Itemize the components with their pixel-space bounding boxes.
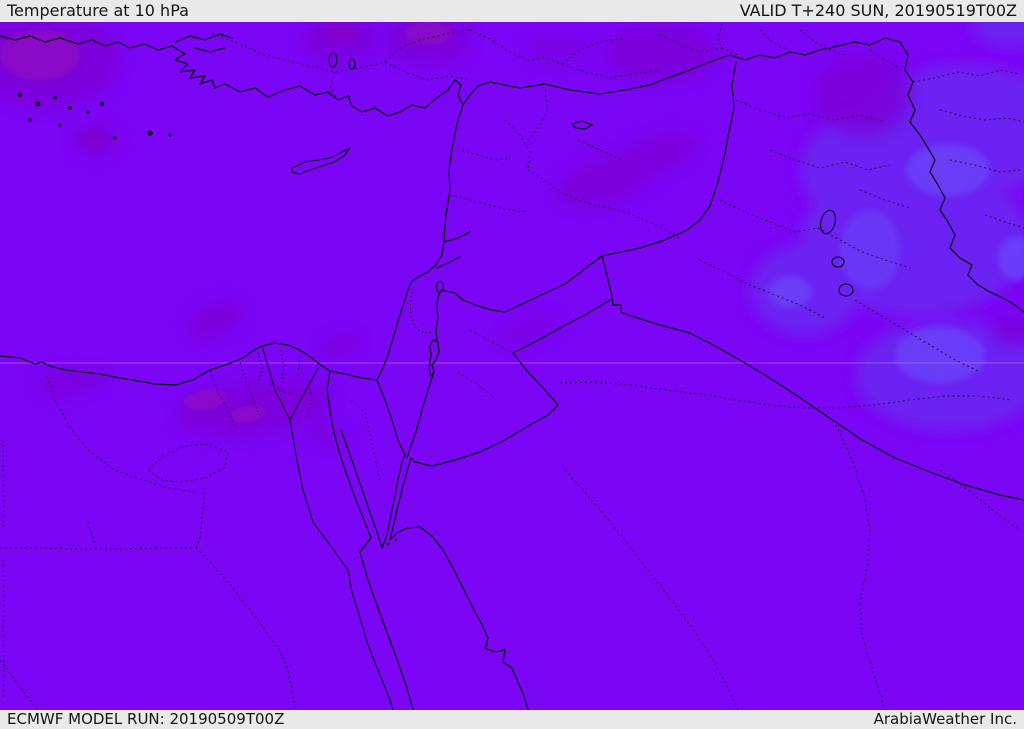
lake-assad	[570, 120, 594, 130]
model-run-label: ECMWF MODEL RUN: 20190509T00Z	[7, 710, 285, 728]
weather-map-svg	[0, 22, 1024, 710]
weather-map-app: Temperature at 10 hPa VALID T+240 SUN, 2…	[0, 0, 1024, 729]
islands-and-lakes	[18, 52, 854, 647]
map-title: Temperature at 10 hPa	[7, 1, 189, 20]
turkish-lake	[348, 58, 356, 70]
header-bar: Temperature at 10 hPa VALID T+240 SUN, 2…	[0, 0, 1024, 22]
cyprus-island	[291, 147, 351, 175]
valid-time-label: VALID T+240 SUN, 20190519T00Z	[739, 1, 1017, 20]
sea-of-galilee	[435, 280, 445, 294]
map-canvas	[0, 22, 1024, 710]
footer-bar: ECMWF MODEL RUN: 20190509T00Z ArabiaWeat…	[0, 710, 1024, 729]
attribution-label: ArabiaWeather Inc.	[873, 710, 1017, 728]
